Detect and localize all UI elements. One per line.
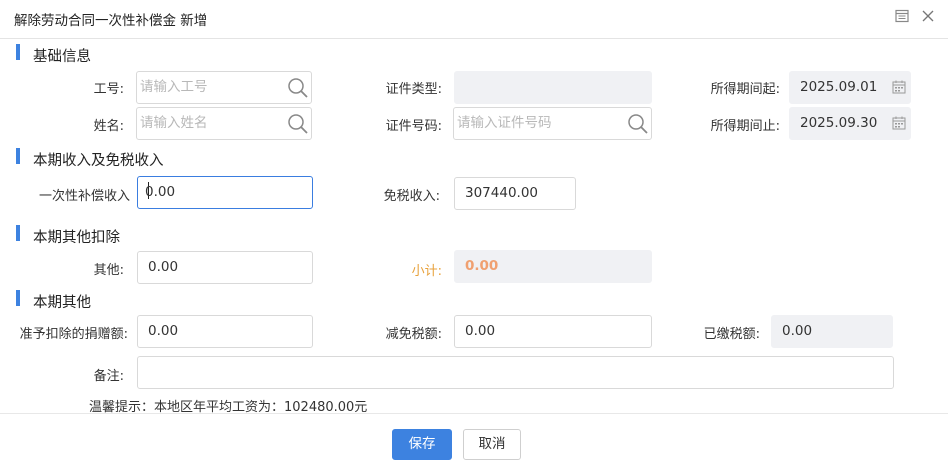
section-title-deduction: 本期其他扣除 (33, 230, 120, 246)
id-type-label: 证件类型: (385, 82, 442, 97)
tax-relief-label: 减免税额: (385, 327, 442, 342)
tax-paid-field: 0.00 (771, 315, 893, 348)
calendar-icon[interactable] (892, 80, 906, 94)
period-start-value: 2025.09.01 (800, 79, 878, 95)
remark-label: 备注: (93, 369, 124, 384)
section-title-basic: 基础信息 (33, 49, 91, 65)
maximize-icon[interactable] (895, 9, 909, 23)
other-deduction-label: 其他: (93, 263, 124, 278)
section-marker (16, 44, 20, 60)
id-no-placeholder: 请输入证件号码 (457, 115, 552, 131)
period-end-label: 所得期间止: (710, 119, 780, 134)
subtotal-label: 小计: (411, 264, 442, 279)
name-label: 姓名: (93, 119, 124, 134)
other-deduction-input[interactable]: 0.00 (137, 251, 313, 284)
name-input[interactable]: 请输入姓名 (136, 107, 312, 140)
lump-sum-value: 0.00 (145, 184, 176, 200)
id-type-select[interactable] (454, 71, 652, 104)
emp-no-label: 工号: (93, 82, 124, 97)
section-marker (16, 148, 20, 164)
lump-sum-label: 一次性补偿收入 (38, 189, 130, 204)
donation-label: 准予扣除的捐赠额: (19, 327, 128, 342)
footer-divider (0, 413, 948, 414)
close-icon[interactable] (921, 9, 935, 23)
dialog-title: 解除劳动合同一次性补偿金 新增 (14, 13, 208, 29)
tax-free-label: 免税收入: (383, 189, 440, 204)
id-no-label: 证件号码: (385, 119, 442, 134)
period-end-value: 2025.09.30 (800, 115, 878, 131)
section-title-other: 本期其他 (33, 295, 91, 311)
subtotal-value: 0.00 (454, 250, 652, 283)
search-icon[interactable] (287, 77, 309, 99)
header-divider (0, 38, 948, 39)
name-placeholder: 请输入姓名 (140, 115, 208, 131)
tax-paid-label: 已缴税额: (703, 327, 760, 342)
calendar-icon[interactable] (892, 116, 906, 130)
tax-relief-input[interactable]: 0.00 (454, 315, 652, 348)
period-start-label: 所得期间起: (710, 82, 780, 97)
remark-input[interactable] (137, 356, 894, 389)
lump-sum-input[interactable]: 0.00 (137, 176, 313, 209)
period-end-field[interactable]: 2025.09.30 (789, 107, 911, 140)
search-icon[interactable] (627, 113, 649, 135)
section-title-income: 本期收入及免税收入 (33, 153, 164, 169)
section-marker (16, 225, 20, 241)
save-button[interactable]: 保存 (392, 429, 452, 460)
tax-free-input[interactable]: 307440.00 (454, 177, 576, 210)
donation-input[interactable]: 0.00 (137, 315, 313, 348)
search-icon[interactable] (287, 113, 309, 135)
id-no-input[interactable]: 请输入证件号码 (453, 107, 652, 140)
section-marker (16, 290, 20, 306)
emp-no-placeholder: 请输入工号 (140, 79, 208, 95)
period-start-field[interactable]: 2025.09.01 (789, 71, 911, 104)
emp-no-input[interactable]: 请输入工号 (136, 71, 312, 104)
cancel-button[interactable]: 取消 (463, 429, 521, 460)
